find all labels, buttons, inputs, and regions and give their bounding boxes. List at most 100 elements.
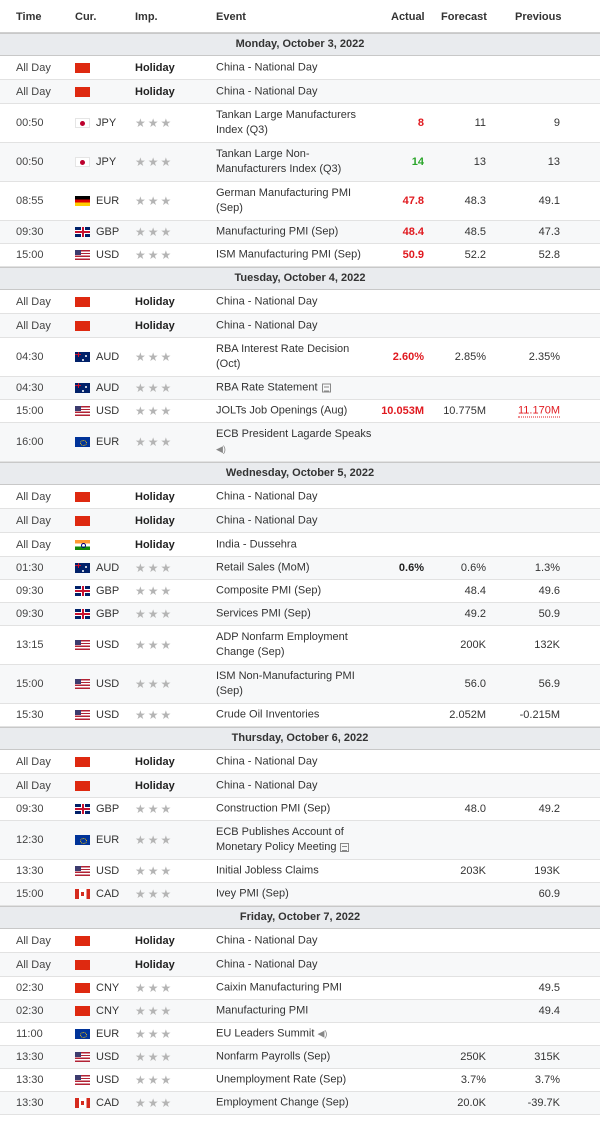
importance-stars-icon: ★★★	[135, 435, 174, 449]
event-name[interactable]: ISM Manufacturing PMI (Sep)	[216, 248, 376, 263]
currency-code: USD	[96, 405, 120, 417]
currency-code: GBP	[96, 803, 120, 815]
table-row[interactable]: 09:30 GBP ★★★ Services PMI (Sep) 49.2 50.9	[0, 603, 600, 626]
table-row[interactable]: 13:30 CAD ★★★ Employment Change (Sep) 20.0K -…	[0, 1092, 600, 1115]
currency-code: JPY	[96, 117, 117, 129]
table-row[interactable]: All Day Holiday China - National Day	[0, 953, 600, 977]
event-name[interactable]: RBA Rate Statement	[216, 381, 376, 396]
event-name[interactable]: ISM Non-Manufacturing PMI (Sep)	[216, 669, 376, 699]
table-row[interactable]: 13:30 USD ★★★ Unemployment Rate (Sep) 3.7% 3.…	[0, 1069, 600, 1092]
table-row[interactable]: All Day Holiday China - National Day	[0, 509, 600, 533]
event-name[interactable]: Nonfarm Payrolls (Sep)	[216, 1050, 376, 1065]
table-row[interactable]: 13:15 USD ★★★ ADP Nonfarm Employment Change…	[0, 626, 600, 665]
table-row[interactable]: 11:00 EUR ★★★ EU Leaders Summit ◀)	[0, 1023, 600, 1046]
event-name[interactable]: Composite PMI (Sep)	[216, 584, 376, 599]
table-row[interactable]: 04:30 AUD ★★★ RBA Interest Rate Decision (O…	[0, 338, 600, 377]
event-name[interactable]: Initial Jobless Claims	[216, 864, 376, 879]
previous-value[interactable]: 11.170M	[518, 405, 560, 418]
event-name[interactable]: China - National Day	[216, 84, 376, 99]
event-name[interactable]: Manufacturing PMI	[216, 1004, 376, 1019]
event-name[interactable]: China - National Day	[216, 318, 376, 333]
currency-code: CNY	[96, 982, 120, 994]
header-time[interactable]: Time	[16, 11, 41, 23]
forecast-value: 250K	[460, 1051, 486, 1063]
event-name[interactable]: ECB Publishes Account of Monetary Policy…	[216, 825, 376, 855]
table-row[interactable]: 15:30 USD ★★★ Crude Oil Inventories 2.052M -0…	[0, 704, 600, 727]
table-row[interactable]: 00:50 JPY ★★★ Tankan Large Non-Manufacturer…	[0, 143, 600, 182]
event-name[interactable]: Employment Change (Sep)	[216, 1096, 376, 1111]
table-row[interactable]: All Day Holiday China - National Day	[0, 485, 600, 509]
currency-code: EUR	[96, 834, 120, 846]
header-importance[interactable]: Imp.	[135, 11, 158, 23]
event-name[interactable]: JOLTs Job Openings (Aug)	[216, 404, 376, 419]
event-name[interactable]: China - National Day	[216, 778, 376, 793]
flag-icon	[75, 227, 90, 237]
event-name[interactable]: China - National Day	[216, 754, 376, 769]
flag-icon	[75, 563, 90, 573]
event-name[interactable]: China - National Day	[216, 513, 376, 528]
table-row[interactable]: 02:30 CNY ★★★ Caixin Manufacturing PMI 49.5	[0, 977, 600, 1000]
currency-code: GBP	[96, 608, 120, 620]
event-name[interactable]: Unemployment Rate (Sep)	[216, 1073, 376, 1088]
currency-code: AUD	[96, 562, 120, 574]
table-row[interactable]: 15:00 USD ★★★ ISM Manufacturing PMI (Sep) 50…	[0, 244, 600, 267]
event-name[interactable]: India - Dussehra	[216, 537, 376, 552]
speaker-icon[interactable]: ◀)	[216, 444, 226, 454]
event-name[interactable]: China - National Day	[216, 489, 376, 504]
previous-value: 132K	[534, 639, 560, 651]
event-name[interactable]: Manufacturing PMI (Sep)	[216, 225, 376, 240]
table-row[interactable]: 15:00 USD ★★★ ISM Non-Manufacturing PMI (Se…	[0, 665, 600, 704]
document-icon[interactable]	[340, 842, 350, 852]
table-row[interactable]: All Day Holiday China - National Day	[0, 750, 600, 774]
event-time: 00:50	[16, 156, 44, 168]
table-row[interactable]: 09:30 GBP ★★★ Composite PMI (Sep) 48.4 49.6	[0, 580, 600, 603]
table-row[interactable]: 13:30 USD ★★★ Initial Jobless Claims 203K 193…	[0, 860, 600, 883]
table-row[interactable]: 02:30 CNY ★★★ Manufacturing PMI 49.4	[0, 1000, 600, 1023]
event-name[interactable]: Caixin Manufacturing PMI	[216, 981, 376, 996]
table-row[interactable]: All Day Holiday China - National Day	[0, 314, 600, 338]
header-forecast[interactable]: Forecast	[441, 11, 487, 23]
header-event[interactable]: Event	[216, 11, 246, 23]
table-row[interactable]: All Day Holiday India - Dussehra	[0, 533, 600, 557]
table-row[interactable]: 16:00 EUR ★★★ ECB President Lagarde Speaks ◀…	[0, 423, 600, 462]
event-time: 13:15	[16, 639, 44, 651]
table-row[interactable]: All Day Holiday China - National Day	[0, 290, 600, 314]
table-row[interactable]: 15:00 CAD ★★★ Ivey PMI (Sep) 60.9	[0, 883, 600, 906]
event-name[interactable]: China - National Day	[216, 957, 376, 972]
event-name[interactable]: Ivey PMI (Sep)	[216, 887, 376, 902]
table-row[interactable]: All Day Holiday China - National Day	[0, 774, 600, 798]
flag-icon	[75, 1075, 90, 1085]
header-actual[interactable]: Actual	[391, 11, 425, 23]
table-row[interactable]: All Day Holiday China - National Day	[0, 80, 600, 104]
event-name[interactable]: EU Leaders Summit ◀)	[216, 1027, 376, 1042]
event-name[interactable]: Construction PMI (Sep)	[216, 802, 376, 817]
table-row[interactable]: 00:50 JPY ★★★ Tankan Large Manufacturers In…	[0, 104, 600, 143]
table-row[interactable]: 09:30 GBP ★★★ Construction PMI (Sep) 48.0 49.…	[0, 798, 600, 821]
event-name[interactable]: China - National Day	[216, 60, 376, 75]
table-row[interactable]: 01:30 AUD ★★★ Retail Sales (MoM) 0.6% 0.6% 1.3…	[0, 557, 600, 580]
event-name[interactable]: ECB President Lagarde Speaks ◀)	[216, 427, 376, 457]
header-previous[interactable]: Previous	[515, 11, 561, 23]
event-name[interactable]: German Manufacturing PMI (Sep)	[216, 186, 376, 216]
speaker-icon[interactable]: ◀)	[317, 1029, 327, 1039]
previous-value: 2.35%	[528, 351, 560, 363]
event-name[interactable]: ADP Nonfarm Employment Change (Sep)	[216, 630, 376, 660]
event-name[interactable]: Crude Oil Inventories	[216, 708, 376, 723]
event-name[interactable]: China - National Day	[216, 294, 376, 309]
event-name[interactable]: Services PMI (Sep)	[216, 607, 376, 622]
event-name[interactable]: China - National Day	[216, 933, 376, 948]
table-row[interactable]: 08:55 EUR ★★★ German Manufacturing PMI (Sep…	[0, 182, 600, 221]
event-name[interactable]: RBA Interest Rate Decision (Oct)	[216, 342, 376, 372]
table-row[interactable]: All Day Holiday China - National Day	[0, 56, 600, 80]
event-name[interactable]: Tankan Large Non-Manufacturers Index (Q3…	[216, 147, 376, 177]
table-row[interactable]: 04:30 AUD ★★★ RBA Rate Statement	[0, 377, 600, 400]
table-row[interactable]: 09:30 GBP ★★★ Manufacturing PMI (Sep) 48.4 48…	[0, 221, 600, 244]
table-row[interactable]: All Day Holiday China - National Day	[0, 929, 600, 953]
event-name[interactable]: Retail Sales (MoM)	[216, 561, 376, 576]
header-currency[interactable]: Cur.	[75, 11, 96, 23]
table-row[interactable]: 15:00 USD ★★★ JOLTs Job Openings (Aug) 10.05…	[0, 400, 600, 423]
event-name[interactable]: Tankan Large Manufacturers Index (Q3)	[216, 108, 376, 138]
table-row[interactable]: 13:30 USD ★★★ Nonfarm Payrolls (Sep) 250K 315…	[0, 1046, 600, 1069]
document-icon[interactable]	[321, 383, 331, 393]
table-row[interactable]: 12:30 EUR ★★★ ECB Publishes Account of Mone…	[0, 821, 600, 860]
